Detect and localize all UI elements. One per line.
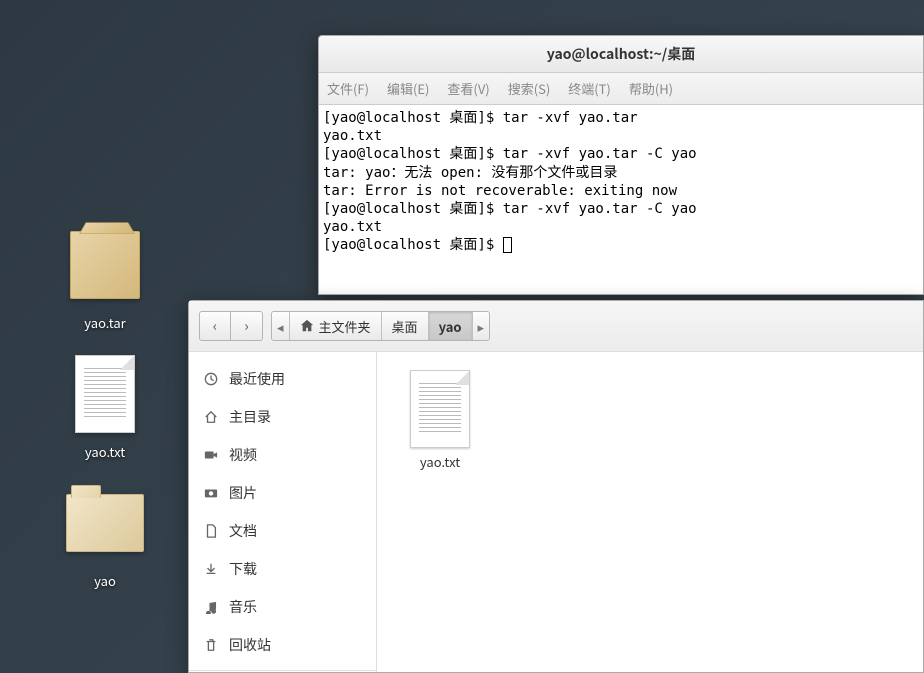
textfile-icon <box>65 354 145 434</box>
sidebar-item-videos[interactable]: 视频 <box>189 436 376 474</box>
path-bar: ◂ 主文件夹 桌面 yao ▸ <box>271 311 490 341</box>
icon-label: yao <box>94 571 116 590</box>
music-icon <box>203 599 219 615</box>
path-segment-yao[interactable]: yao <box>429 312 473 340</box>
camera-icon <box>203 485 219 501</box>
path-label: yao <box>439 317 462 336</box>
chevron-right-icon: › <box>244 316 248 336</box>
path-home[interactable]: 主文件夹 <box>290 312 382 340</box>
sidebar-label: 下载 <box>229 559 257 579</box>
path-label: 主文件夹 <box>319 317 371 336</box>
trash-icon <box>203 637 219 653</box>
sidebar-label: 主目录 <box>229 407 271 427</box>
terminal-body[interactable]: [yao@localhost 桌面]$ tar -xvf yao.tar yao… <box>319 105 923 294</box>
folder-icon <box>65 483 145 563</box>
desktop-icon-folder[interactable]: yao <box>60 483 150 590</box>
file-manager-window: ‹ › ◂ 主文件夹 桌面 yao ▸ 最近使用 主目录 <box>188 300 924 673</box>
sidebar-label: 文档 <box>229 521 257 541</box>
menu-edit[interactable]: 编辑(E) <box>383 77 433 100</box>
icon-label: yao.tar <box>84 313 125 332</box>
path-segment-desktop[interactable]: 桌面 <box>382 312 429 340</box>
sidebar-label: 回收站 <box>229 635 271 655</box>
nav-buttons: ‹ › <box>199 311 263 341</box>
nav-back-button[interactable]: ‹ <box>199 311 231 341</box>
file-manager-body: 最近使用 主目录 视频 图片 文档 下载 <box>189 352 923 672</box>
menu-terminal[interactable]: 终端(T) <box>564 77 615 100</box>
triangle-left-icon: ◂ <box>277 317 284 336</box>
file-list[interactable]: yao.txt <box>377 352 923 672</box>
file-label: yao.txt <box>420 452 460 471</box>
file-item[interactable]: yao.txt <box>395 370 485 471</box>
sidebar-item-music[interactable]: 音乐 <box>189 588 376 626</box>
icon-label: yao.txt <box>85 442 125 461</box>
nav-forward-button[interactable]: › <box>231 311 263 341</box>
sidebar-label: 音乐 <box>229 597 257 617</box>
menu-search[interactable]: 搜索(S) <box>504 77 555 100</box>
sidebar-item-recent[interactable]: 最近使用 <box>189 360 376 398</box>
divider <box>189 670 376 671</box>
menu-help[interactable]: 帮助(H) <box>625 77 677 100</box>
sidebar-label: 视频 <box>229 445 257 465</box>
path-scroll-left[interactable]: ◂ <box>272 312 290 340</box>
document-icon <box>203 523 219 539</box>
sidebar-label: 图片 <box>229 483 257 503</box>
sidebar-item-documents[interactable]: 文档 <box>189 512 376 550</box>
desktop-icon-textfile[interactable]: yao.txt <box>60 354 150 461</box>
file-manager-toolbar: ‹ › ◂ 主文件夹 桌面 yao ▸ <box>189 301 923 352</box>
chevron-left-icon: ‹ <box>213 316 217 336</box>
desktop-icons: yao.tar yao.txt yao <box>60 225 150 590</box>
sidebar-label: 最近使用 <box>229 369 285 389</box>
video-icon <box>203 447 219 463</box>
home-icon <box>203 409 219 425</box>
path-label: 桌面 <box>392 317 418 336</box>
terminal-window: yao@localhost:~/桌面 文件(F) 编辑(E) 查看(V) 搜索(… <box>318 35 924 295</box>
desktop-icon-archive[interactable]: yao.tar <box>60 225 150 332</box>
triangle-right-icon: ▸ <box>478 317 485 336</box>
home-icon <box>300 319 314 333</box>
terminal-menubar: 文件(F) 编辑(E) 查看(V) 搜索(S) 终端(T) 帮助(H) <box>319 73 923 105</box>
clock-icon <box>203 371 219 387</box>
terminal-title[interactable]: yao@localhost:~/桌面 <box>319 36 923 73</box>
download-icon <box>203 561 219 577</box>
archive-icon <box>65 225 145 305</box>
sidebar-item-trash[interactable]: 回收站 <box>189 626 376 664</box>
menu-view[interactable]: 查看(V) <box>443 77 493 100</box>
sidebar-item-pictures[interactable]: 图片 <box>189 474 376 512</box>
sidebar-item-home[interactable]: 主目录 <box>189 398 376 436</box>
menu-file[interactable]: 文件(F) <box>323 77 373 100</box>
path-scroll-right[interactable]: ▸ <box>473 312 490 340</box>
sidebar: 最近使用 主目录 视频 图片 文档 下载 <box>189 352 377 672</box>
textfile-icon <box>410 370 470 448</box>
sidebar-item-downloads[interactable]: 下载 <box>189 550 376 588</box>
